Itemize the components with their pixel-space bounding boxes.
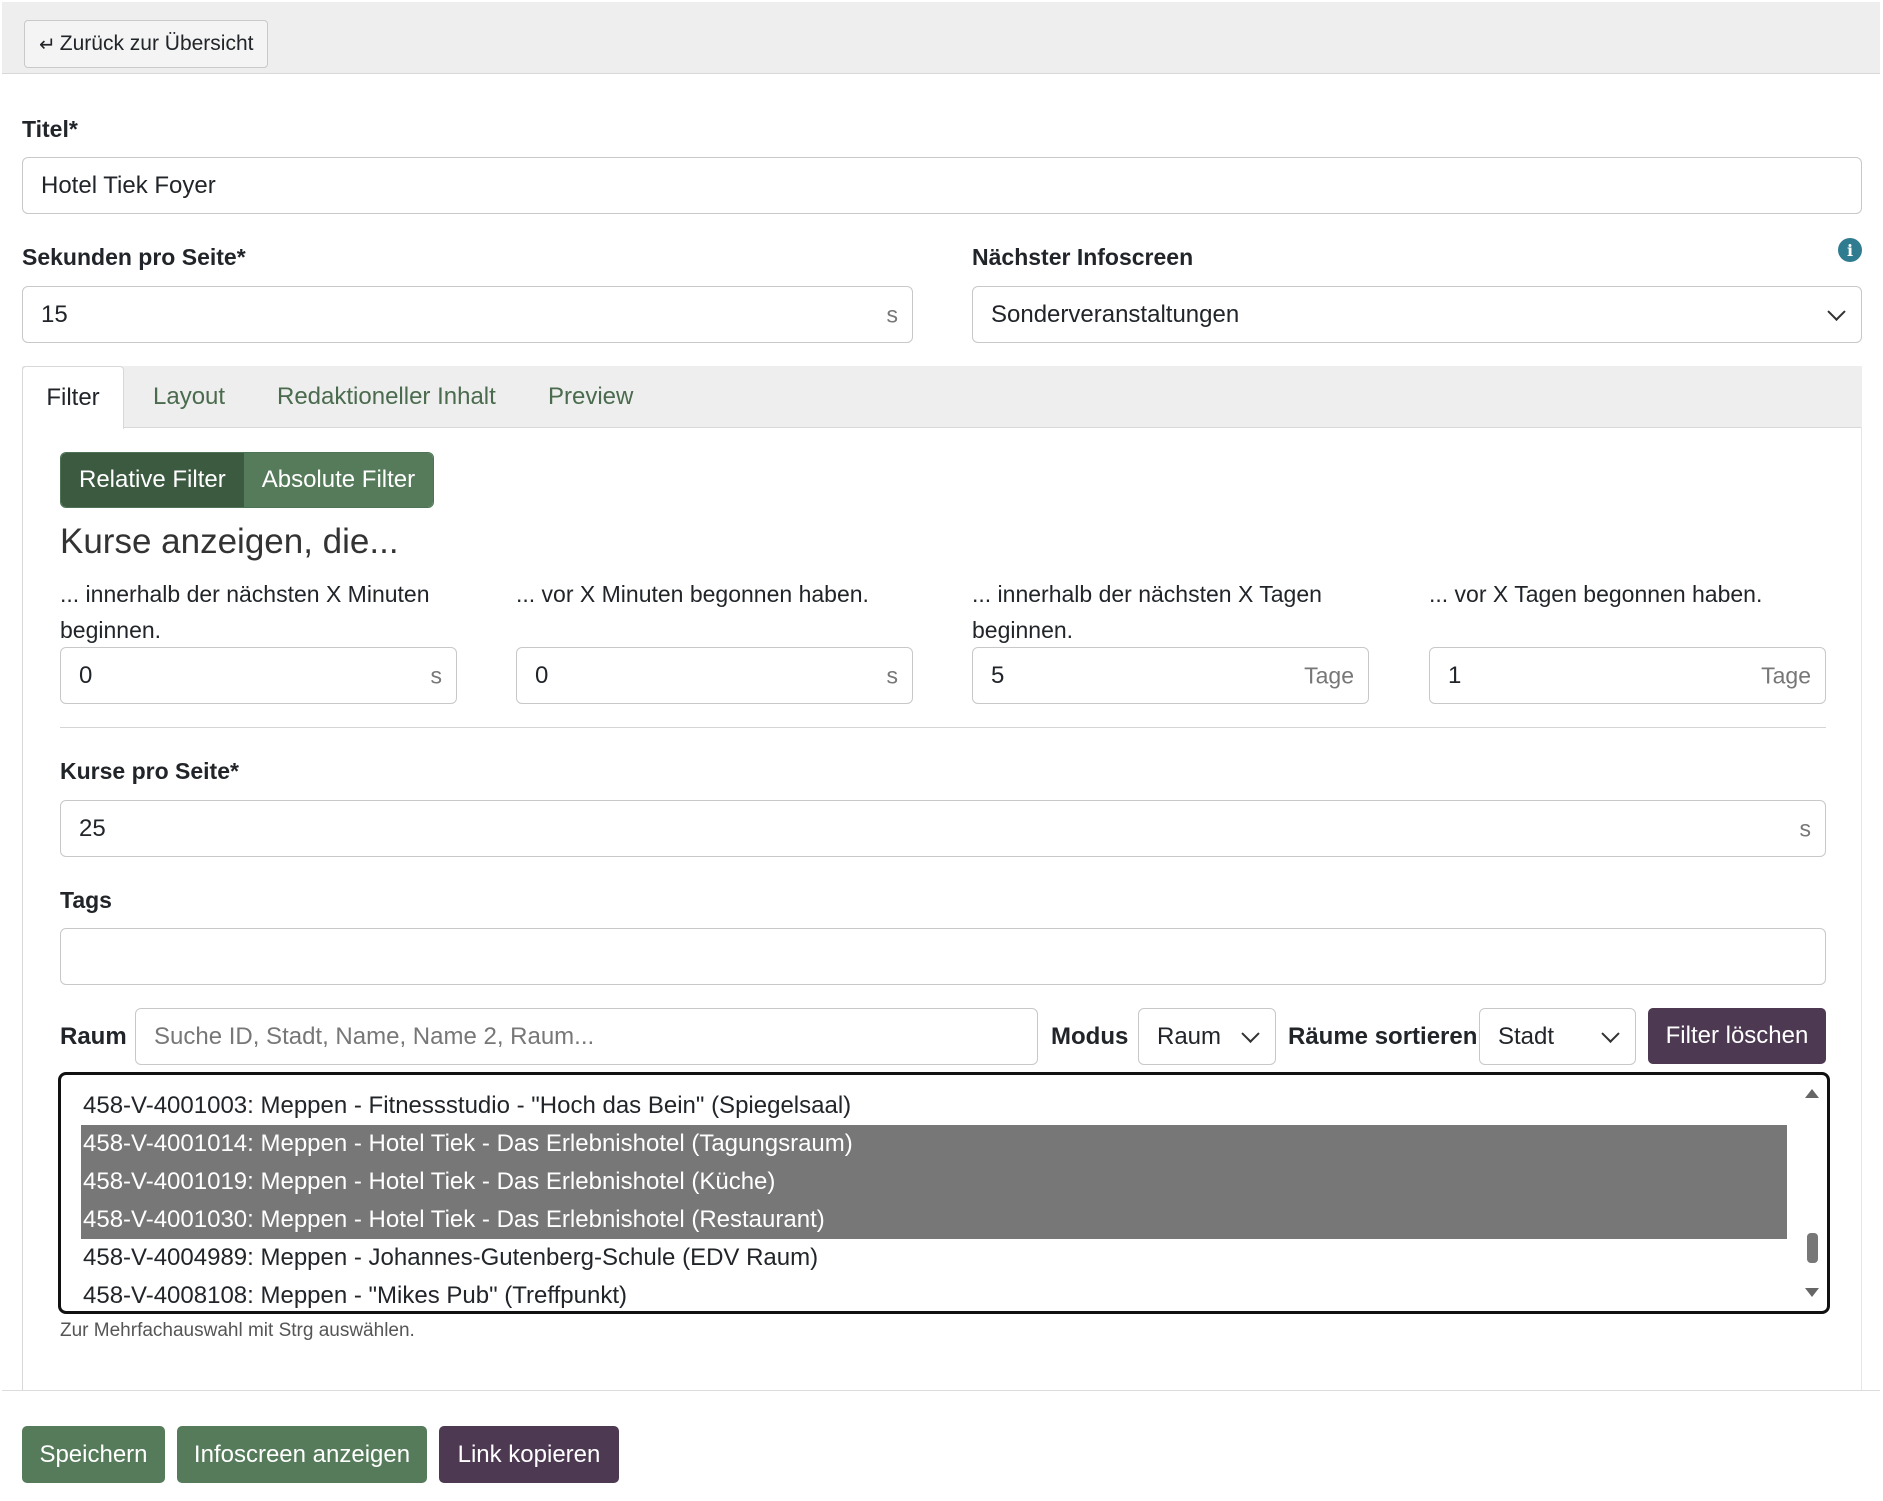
clear-filter-button[interactable]: Filter löschen <box>1648 1008 1826 1064</box>
filter-unit: Tage <box>1761 662 1811 688</box>
tab-editorial-content[interactable]: Redaktioneller Inhalt <box>277 366 496 428</box>
title-value: Hotel Tiek Foyer <box>41 171 216 199</box>
scroll-up-arrow-icon[interactable] <box>1805 1089 1819 1098</box>
courses-per-page-input[interactable]: 25 s <box>60 800 1826 857</box>
title-label: Titel* <box>22 116 78 142</box>
multiselect-hint: Zur Mehrfachauswahl mit Strg auswählen. <box>60 1320 415 1341</box>
absolute-filter-button[interactable]: Absolute Filter <box>243 453 434 507</box>
list-item-selected[interactable]: 458-V-4001019: Meppen - Hotel Tiek - Das… <box>81 1163 1787 1201</box>
scroll-down-arrow-icon[interactable] <box>1805 1288 1819 1297</box>
filter-unit: Tage <box>1304 662 1354 688</box>
room-multiselect[interactable]: 458-V-4001003: Meppen - Fitnessstudio - … <box>58 1072 1830 1314</box>
list-item[interactable]: 458-V-4008108: Meppen - "Mikes Pub" (Tre… <box>81 1277 1787 1311</box>
courses-per-page-unit: s <box>1799 815 1812 841</box>
list-item[interactable]: 458-V-4001003: Meppen - Fitnessstudio - … <box>81 1087 1787 1125</box>
filter-input-days-started[interactable]: 1 Tage <box>1429 647 1826 704</box>
courses-per-page-label: Kurse pro Seite* <box>60 758 239 784</box>
filter-value: 0 <box>535 661 549 689</box>
scrollbar-thumb[interactable] <box>1807 1233 1818 1263</box>
info-icon[interactable]: i <box>1838 238 1862 262</box>
mode-value: Raum <box>1157 1022 1222 1050</box>
filter-label-days-started: ... vor X Tagen begonnen haben. <box>1429 581 1763 607</box>
seconds-unit: s <box>886 301 899 327</box>
list-item-selected[interactable]: 458-V-4001030: Meppen - Hotel Tiek - Das… <box>81 1201 1787 1239</box>
list-item[interactable]: 458-V-4004989: Meppen - Johannes-Gutenbe… <box>81 1239 1787 1277</box>
chevron-down-icon <box>1241 1024 1260 1043</box>
filter-unit: s <box>886 662 899 688</box>
filter-label-minutes-started: ... vor X Minuten begonnen haben. <box>516 581 869 607</box>
tags-input[interactable] <box>60 928 1826 985</box>
filter-mode-toggle: Relative Filter Absolute Filter <box>60 452 435 508</box>
show-infoscreen-button[interactable]: Infoscreen anzeigen <box>177 1426 427 1483</box>
tab-layout[interactable]: Layout <box>153 366 225 428</box>
next-screen-value: Sonderveranstaltungen <box>991 300 1240 328</box>
mode-select[interactable]: Raum <box>1138 1008 1276 1065</box>
filter-unit: s <box>430 662 443 688</box>
filter-value: 5 <box>991 661 1005 689</box>
return-arrow-icon: ↵ <box>39 33 56 56</box>
list-item-partial <box>81 1075 1787 1077</box>
seconds-label: Sekunden pro Seite* <box>22 244 246 270</box>
sort-rooms-select[interactable]: Stadt <box>1479 1008 1636 1065</box>
sort-rooms-value: Stadt <box>1498 1022 1555 1050</box>
top-bar: ↵ Zurück zur Übersicht <box>2 2 1880 74</box>
back-to-overview-label: Zurück zur Übersicht <box>59 32 254 55</box>
next-screen-label: Nächster Infoscreen <box>972 244 1194 270</box>
sort-rooms-label: Räume sortieren <box>1288 1023 1478 1050</box>
filter-label-days-upcoming: ... innerhalb der nächsten X Tagen begin… <box>972 581 1322 643</box>
courses-per-page-value: 25 <box>79 814 106 842</box>
next-screen-select[interactable]: Sonderveranstaltungen <box>972 286 1862 343</box>
footer-divider <box>2 1390 1880 1391</box>
room-search-input[interactable]: Suche ID, Stadt, Name, Name 2, Raum... <box>135 1008 1038 1065</box>
filter-label-minutes-upcoming: ... innerhalb der nächsten X Minuten beg… <box>60 581 430 643</box>
copy-link-button[interactable]: Link kopieren <box>439 1426 619 1483</box>
tags-label: Tags <box>60 887 112 913</box>
room-label: Raum <box>60 1023 127 1050</box>
filter-heading: Kurse anzeigen, die... <box>60 522 399 561</box>
filter-input-minutes-upcoming[interactable]: 0 s <box>60 647 457 704</box>
mode-label: Modus <box>1051 1023 1129 1050</box>
seconds-value: 15 <box>41 300 68 328</box>
title-input[interactable]: Hotel Tiek Foyer <box>22 157 1862 214</box>
relative-filter-button[interactable]: Relative Filter <box>61 453 244 507</box>
filter-input-days-upcoming[interactable]: 5 Tage <box>972 647 1369 704</box>
back-to-overview-button[interactable]: ↵ Zurück zur Übersicht <box>24 20 269 68</box>
chevron-down-icon <box>1601 1024 1620 1043</box>
filter-value: 0 <box>79 661 93 689</box>
filter-input-minutes-started[interactable]: 0 s <box>516 647 913 704</box>
save-button[interactable]: Speichern <box>22 1426 165 1483</box>
tab-filter[interactable]: Filter <box>22 366 124 429</box>
tab-preview[interactable]: Preview <box>548 366 633 428</box>
filter-value: 1 <box>1448 661 1462 689</box>
seconds-input[interactable]: 15 s <box>22 286 913 343</box>
tab-bar: Filter Layout Redaktioneller Inhalt Prev… <box>22 366 1862 429</box>
list-item-selected[interactable]: 458-V-4001014: Meppen - Hotel Tiek - Das… <box>81 1125 1787 1163</box>
divider <box>60 727 1826 728</box>
room-search-placeholder: Suche ID, Stadt, Name, Name 2, Raum... <box>154 1022 595 1050</box>
chevron-down-icon <box>1827 302 1846 321</box>
